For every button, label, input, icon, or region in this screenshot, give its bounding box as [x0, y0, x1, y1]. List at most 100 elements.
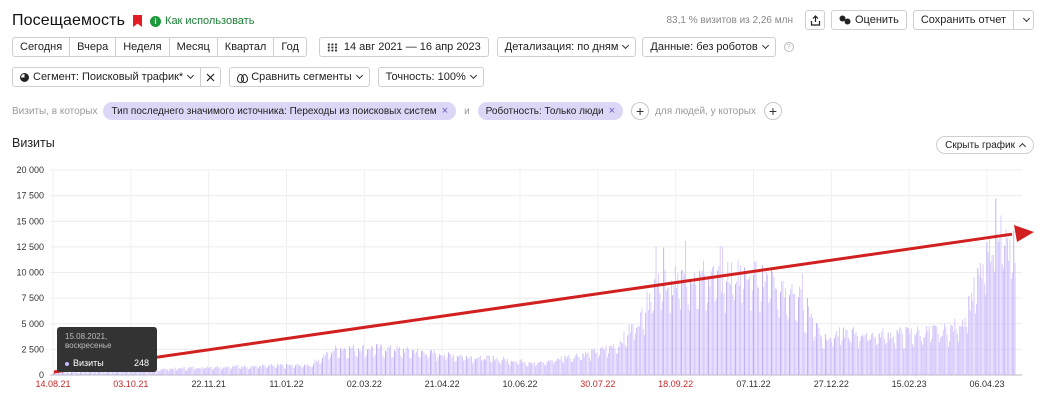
- chart-bar: [1005, 228, 1007, 375]
- detail-dropdown[interactable]: Детализация: по дням: [496, 37, 637, 57]
- chart-bar: [451, 357, 453, 375]
- period-yesterday[interactable]: Вчера: [69, 37, 117, 57]
- chart-bar: [810, 313, 812, 375]
- chart-bar: [174, 367, 176, 375]
- chart-bar: [939, 342, 940, 375]
- chart-bar: [424, 354, 426, 375]
- chart-bar: [201, 366, 203, 375]
- segment-dropdown[interactable]: Сегмент: Поисковый трафик*: [12, 67, 202, 87]
- period-today[interactable]: Сегодня: [12, 37, 71, 57]
- chart-bar: [889, 339, 890, 375]
- chart-bar: [417, 348, 418, 375]
- help-icon[interactable]: ?: [783, 42, 794, 52]
- bookmark-icon[interactable]: [133, 15, 143, 27]
- save-report-button[interactable]: Сохранить отчет: [912, 10, 1014, 30]
- chart-bar: [673, 285, 675, 375]
- chevron-down-icon: [1022, 14, 1030, 23]
- chart-bar: [390, 344, 391, 375]
- chart-bar: [846, 329, 848, 375]
- chart-bar: [796, 321, 798, 375]
- chart-bar: [980, 263, 981, 375]
- chart-bar: [319, 364, 321, 375]
- accuracy-dropdown[interactable]: Точность: 100%: [377, 67, 484, 87]
- close-icon[interactable]: ×: [442, 105, 448, 117]
- chart-bar: [555, 360, 557, 375]
- chart-bar: [664, 270, 666, 375]
- chart-bar: [965, 326, 967, 375]
- chart-bar: [600, 348, 602, 375]
- chart-bar: [61, 371, 63, 375]
- chart-bar: [563, 363, 565, 375]
- chart-bar: [499, 362, 500, 375]
- chart-bar: [792, 293, 794, 375]
- filter-chip-robots[interactable]: Роботность: Только люди ×: [477, 102, 624, 120]
- chart-bar: [353, 344, 354, 375]
- chart-bar: [300, 365, 302, 375]
- chart-bar: [817, 323, 818, 375]
- chart-bar: [617, 353, 618, 375]
- chart-bar: [279, 363, 281, 375]
- period-quarter[interactable]: Квартал: [216, 37, 275, 57]
- chart-bar: [751, 290, 753, 375]
- chart-bar: [853, 326, 854, 375]
- period-year[interactable]: Год: [273, 37, 307, 57]
- period-week[interactable]: Неделя: [115, 37, 170, 57]
- chart-bar: [837, 336, 839, 375]
- chart-bar: [241, 366, 243, 375]
- chart-bar: [926, 326, 927, 375]
- chart-bar: [731, 262, 733, 375]
- period-month[interactable]: Месяц: [168, 37, 218, 57]
- rate-button[interactable]: Оценить: [831, 10, 907, 30]
- close-icon[interactable]: ×: [609, 105, 615, 117]
- chart-bar: [1001, 263, 1003, 375]
- chart-bar: [824, 334, 826, 375]
- chart-bar: [764, 281, 766, 375]
- chart-bar: [705, 310, 707, 375]
- segment-clear-button[interactable]: [201, 67, 222, 87]
- save-report-dropdown[interactable]: [1014, 10, 1034, 30]
- chart-bar: [722, 246, 724, 375]
- filter-chip-source[interactable]: Тип последнего значимого источника: Пере…: [103, 102, 457, 120]
- chart-bar: [836, 331, 838, 375]
- chart-bar: [586, 353, 588, 375]
- chart-bar: [1000, 215, 1002, 375]
- chart-bar: [795, 319, 797, 375]
- compare-segments-dropdown[interactable]: Сравнить сегменты: [229, 67, 370, 87]
- visits-chart[interactable]: 02 5005 0007 50010 00012 50015 00017 500…: [0, 160, 1044, 414]
- chart-bars: [53, 198, 1016, 375]
- chart-bar: [663, 247, 665, 375]
- chart-bar: [467, 358, 468, 375]
- chart-bar: [755, 261, 757, 375]
- hide-chart-label: Скрыть график: [945, 139, 1015, 151]
- chart-bar: [459, 355, 461, 375]
- chart-bar: [746, 280, 748, 375]
- chart-bar: [592, 349, 594, 375]
- chart-bar: [917, 326, 918, 375]
- chart-bar: [713, 265, 715, 375]
- chart-bar: [259, 365, 261, 375]
- chart-bar: [644, 335, 645, 375]
- add-filter-button[interactable]: +: [631, 102, 650, 120]
- share-button[interactable]: [805, 10, 825, 30]
- chart-bar: [1012, 272, 1013, 375]
- chart-bar: [449, 353, 450, 375]
- data-filter-dropdown[interactable]: Данные: без роботов: [642, 37, 776, 57]
- how-to-use-link[interactable]: i Как использовать: [150, 15, 254, 27]
- chart-bar: [379, 344, 381, 375]
- chart-bar: [481, 360, 482, 375]
- y-tick-label: 12 500: [16, 242, 44, 252]
- hide-chart-button[interactable]: Скрыть график: [936, 136, 1034, 154]
- chart-bar: [919, 336, 921, 375]
- chart-bar: [885, 344, 886, 375]
- chart-bar: [337, 358, 339, 375]
- date-range-picker[interactable]: 14 авг 2021 — 16 апр 2023: [318, 37, 489, 57]
- chart-bar: [169, 368, 171, 375]
- chart-bar: [568, 354, 570, 375]
- add-people-filter-button[interactable]: +: [763, 102, 782, 120]
- chart-bar: [672, 295, 674, 375]
- chart-bar: [358, 348, 359, 375]
- chart-bar: [694, 272, 695, 375]
- chart-bar: [869, 339, 871, 375]
- chart-bar: [186, 370, 188, 375]
- chart-bar: [581, 360, 583, 375]
